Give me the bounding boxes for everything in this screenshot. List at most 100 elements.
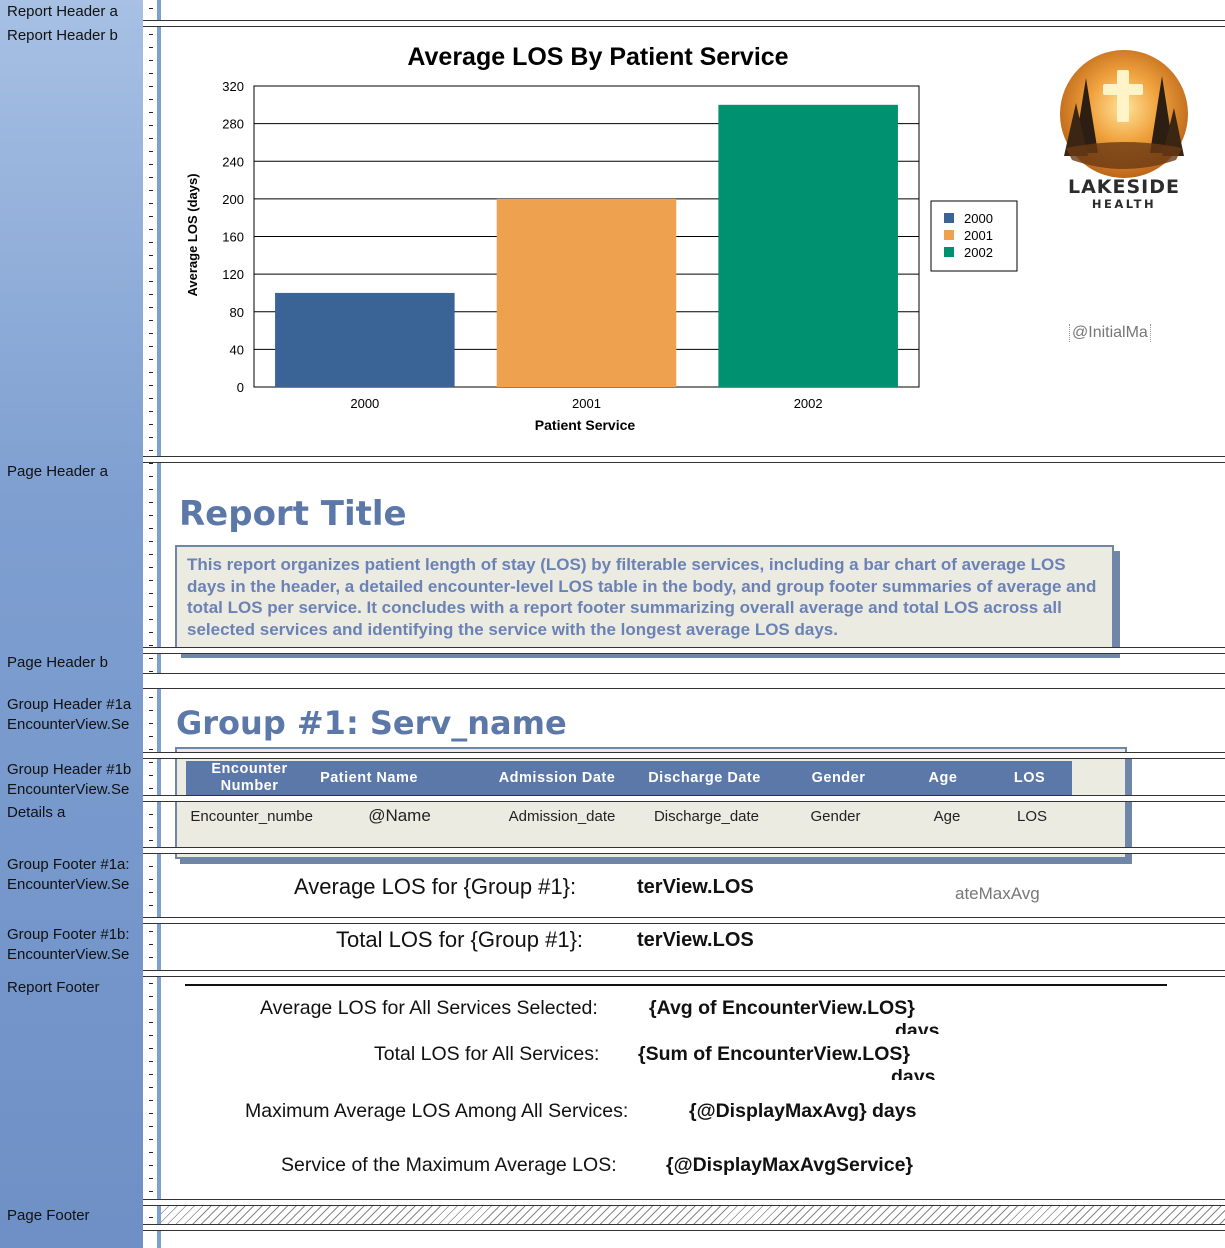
section-separator[interactable] (143, 795, 1225, 802)
field-admission-date[interactable]: Admission_date (492, 801, 632, 831)
section-label-group-footer-1b[interactable]: Group Footer #1b: EncounterView.Se (7, 925, 130, 965)
ruler-tick (149, 268, 153, 269)
ruler-tick (149, 697, 153, 698)
ruler-tick (149, 437, 153, 438)
field-encounter-number[interactable]: Encounter_numbe (186, 801, 313, 831)
section-separator[interactable] (143, 456, 1225, 463)
field-los[interactable]: LOS (997, 801, 1067, 831)
ruler-tick (149, 1061, 153, 1062)
rf-avg-label[interactable]: Average LOS for All Services Selected: (260, 997, 598, 1020)
y-tick-label: 200 (222, 192, 244, 207)
section-label-page-footer[interactable]: Page Footer (7, 1206, 90, 1226)
rf-total-value[interactable]: {Sum of EncounterView.LOS} (638, 1043, 910, 1066)
section-separator[interactable] (143, 1199, 1225, 1206)
ruler-tick (149, 47, 153, 48)
ruler-tick (149, 1100, 153, 1101)
section-separator[interactable] (143, 917, 1225, 924)
ruler-tick (149, 606, 153, 607)
ruler-tick (149, 905, 153, 906)
column-header-admission-date[interactable]: Admission Date (482, 761, 632, 795)
column-header-encounter-number[interactable]: Encounter Number (186, 761, 313, 795)
section-separator[interactable] (143, 847, 1225, 854)
ruler-tick (149, 957, 153, 958)
section-separator[interactable] (143, 647, 1225, 654)
section-label-report-footer[interactable]: Report Footer (7, 978, 100, 998)
bar (718, 104, 898, 387)
ruler-tick (149, 879, 153, 880)
group-total-los-label[interactable]: Total LOS for {Group #1}: (336, 927, 583, 953)
rf-svc-value[interactable]: {@DisplayMaxAvgService} (666, 1154, 913, 1177)
field-gender[interactable]: Gender (788, 801, 883, 831)
section-separator[interactable] (143, 752, 1225, 759)
section-label-details-a[interactable]: Details a (7, 803, 65, 823)
rf-total-label[interactable]: Total LOS for All Services: (374, 1043, 599, 1066)
field-age[interactable]: Age (912, 801, 982, 831)
section-label-report-header-a[interactable]: Report Header a (7, 2, 118, 22)
ruler-tick (149, 138, 153, 139)
section-separator[interactable] (143, 970, 1225, 977)
initial-max-field[interactable]: @InitialMa (1069, 324, 1151, 342)
rf-avg-suffix: days (895, 1020, 940, 1034)
ruler-tick (149, 944, 153, 945)
ruler-tick (149, 554, 153, 555)
ruler-tick (149, 749, 153, 750)
ruler-tick (149, 294, 153, 295)
section-label-report-header-b[interactable]: Report Header b (7, 26, 118, 46)
report-title[interactable]: Report Title (179, 494, 407, 534)
ruler-tick (149, 86, 153, 87)
ruler-tick (149, 8, 153, 9)
ruler-tick (149, 1113, 153, 1114)
ruler-tick (149, 892, 153, 893)
ruler-tick (149, 1074, 153, 1075)
date-max-avg-field[interactable]: ateMaxAvg (955, 884, 1040, 904)
ruler-tick (149, 450, 153, 451)
section-label-page-header-a[interactable]: Page Header a (7, 462, 108, 482)
ruler-tick (149, 385, 153, 386)
column-header-gender[interactable]: Gender (786, 761, 891, 795)
column-header-age[interactable]: Age (899, 761, 987, 795)
rf-total-suffix: days (891, 1066, 936, 1080)
ruler-tick (149, 541, 153, 542)
ruler-tick (149, 125, 153, 126)
chart-xlabel: Patient Service (535, 417, 636, 433)
ruler-tick (149, 632, 153, 633)
x-tick-label: 2000 (350, 396, 379, 411)
group-avg-los-value[interactable]: terView.LOS (637, 876, 754, 899)
field-discharge-date[interactable]: Discharge_date (639, 801, 774, 831)
report-description: This report organizes patient length of … (187, 555, 1097, 639)
legend-swatch (944, 213, 954, 223)
group-total-los-value[interactable]: terView.LOS (637, 929, 754, 952)
column-header-discharge-date[interactable]: Discharge Date (632, 761, 777, 795)
ruler-tick (149, 489, 153, 490)
group-avg-los-label[interactable]: Average LOS for {Group #1}: (294, 874, 576, 900)
ruler-tick (149, 580, 153, 581)
x-tick-label: 2002 (794, 396, 823, 411)
ruler-tick (149, 164, 153, 165)
report-description-box[interactable]: This report organizes patient length of … (175, 545, 1114, 652)
section-separator[interactable] (143, 673, 1225, 689)
rf-avg-value[interactable]: {Avg of EncounterView.LOS} (649, 997, 915, 1020)
rf-max-label[interactable]: Maximum Average LOS Among All Services: (245, 1100, 628, 1123)
section-label-page-header-b[interactable]: Page Header b (7, 653, 108, 673)
section-label-group-header-1b[interactable]: Group Header #1b EncounterView.Se (7, 760, 131, 800)
group-title[interactable]: Group #1: Serv_name (176, 704, 567, 742)
section-separator[interactable] (143, 1224, 1225, 1231)
ruler-tick (149, 359, 153, 360)
rf-svc-label[interactable]: Service of the Maximum Average LOS: (281, 1154, 617, 1177)
ruler-tick (149, 710, 153, 711)
rf-max-value[interactable]: {@DisplayMaxAvg} days (689, 1100, 916, 1123)
field-patient-name[interactable]: @Name (327, 801, 472, 831)
section-label-group-header-1a[interactable]: Group Header #1a EncounterView.Se (7, 695, 131, 735)
column-header-los[interactable]: LOS (987, 761, 1072, 795)
ruler-tick (149, 112, 153, 113)
ruler-tick (149, 528, 153, 529)
ruler-tick (149, 736, 153, 737)
section-label-group-footer-1a[interactable]: Group Footer #1a: EncounterView.Se (7, 855, 130, 895)
section-separator[interactable] (143, 20, 1225, 27)
column-header-patient-name[interactable]: Patient Name (313, 761, 425, 795)
legend-label: 2001 (964, 228, 993, 243)
ruler-tick (149, 866, 153, 867)
y-tick-label: 240 (222, 154, 244, 169)
y-tick-label: 280 (222, 117, 244, 132)
ruler-tick (149, 762, 153, 763)
